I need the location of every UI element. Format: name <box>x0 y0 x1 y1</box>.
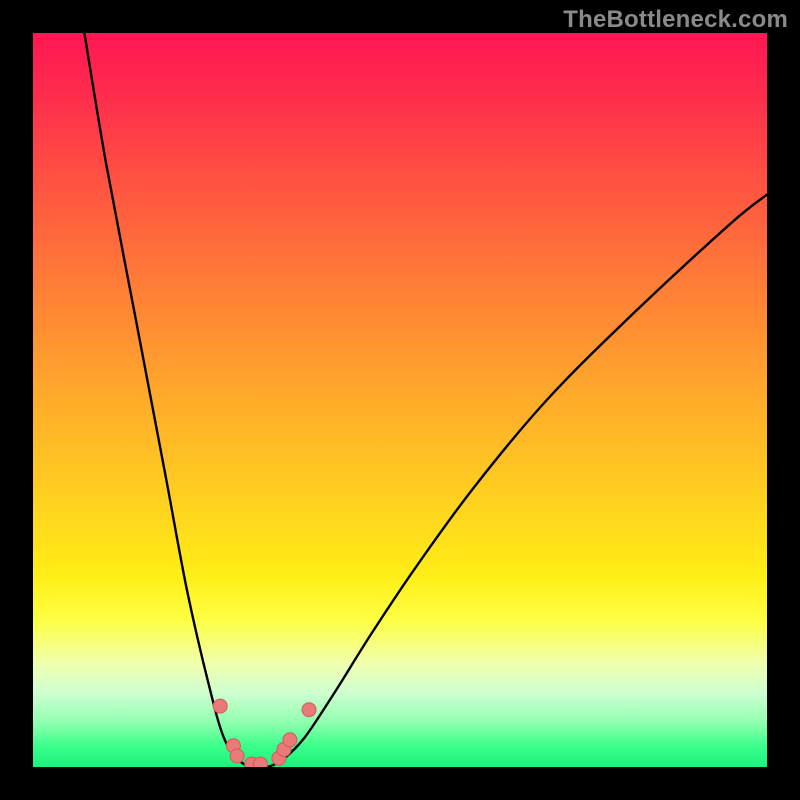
marker-point <box>254 757 268 767</box>
watermark-text: TheBottleneck.com <box>563 6 788 34</box>
curve-layer <box>33 33 767 767</box>
marker-point <box>302 703 316 717</box>
curve-right-branch <box>268 195 767 768</box>
plot-area <box>33 33 767 767</box>
marker-point <box>213 699 227 713</box>
curve-left-branch <box>84 33 249 767</box>
marker-point <box>230 749 244 763</box>
marker-point <box>283 733 297 747</box>
chart-frame: TheBottleneck.com <box>0 0 800 800</box>
